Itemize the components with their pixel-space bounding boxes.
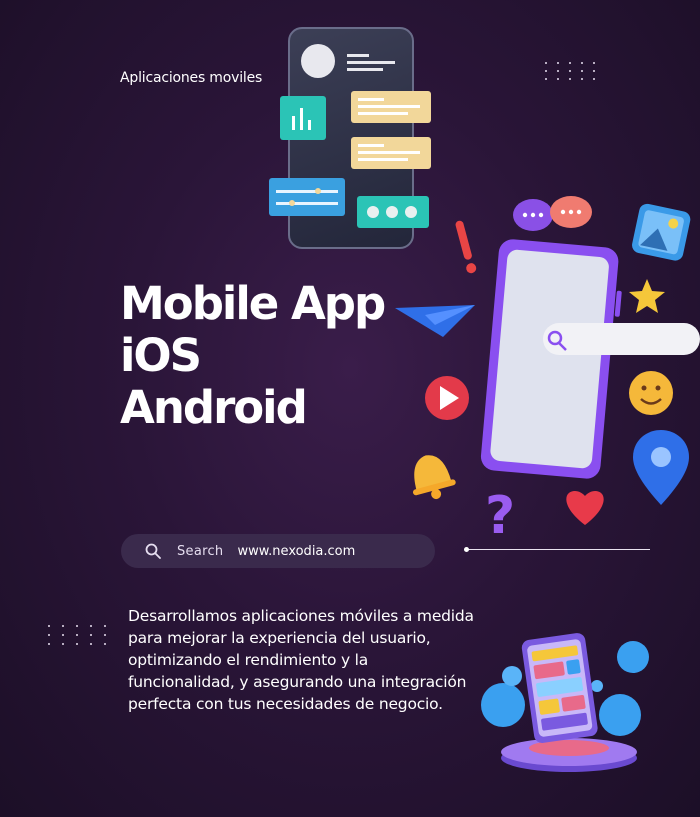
dot-grid-left [48,625,111,645]
hero-line-2: iOS [120,329,202,382]
category-tag: Aplicaciones moviles [120,70,263,86]
dot-grid-top-right [545,62,599,80]
hero-title: Mobile App iOS Android [120,277,386,434]
website-url[interactable]: www.nexodia.com [237,544,355,559]
hero-line-3: Android [120,381,308,434]
phone-podium-illustration [481,633,649,772]
website-search-bar[interactable]: Search www.nexodia.com [121,534,435,568]
service-description: Desarrollamos aplicaciones móviles a med… [128,607,474,713]
divider-line [464,547,650,552]
search-label: Search [177,543,224,559]
search-icon [145,543,161,559]
hero-line-1: Mobile App [120,277,386,330]
smartphone-illustration: ? [395,196,700,535]
svg-text:?: ? [485,486,515,535]
